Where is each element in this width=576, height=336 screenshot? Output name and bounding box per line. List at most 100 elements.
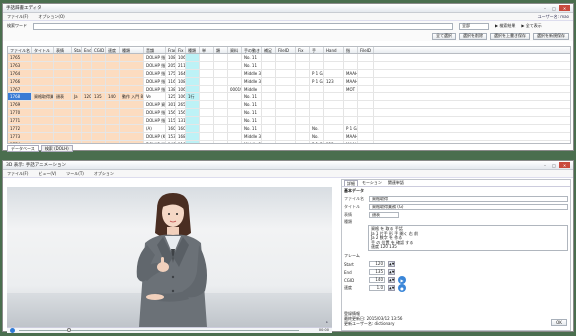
column-header[interactable]: 単 [200, 47, 214, 53]
table-cell [358, 101, 374, 109]
table-cell [106, 125, 120, 132]
column-header[interactable]: ファイル名 [8, 47, 32, 53]
menu-options[interactable]: オプション(O) [38, 14, 64, 20]
table-cell [358, 77, 374, 85]
spin-icon[interactable]: ▲▼ [388, 277, 395, 283]
column-header[interactable]: 資料 [228, 47, 242, 53]
close-icon[interactable]: ✕ [559, 5, 570, 11]
play-button[interactable]: ● [398, 284, 406, 292]
menu-file[interactable]: ファイル(F) [7, 14, 28, 20]
footer-info: 登録情報 最終更新日: 2015/03/12 13:56 更新ユーザー名: di… [344, 311, 402, 326]
table-cell [262, 117, 276, 125]
column-header[interactable]: 種類 [186, 47, 200, 53]
table-cell: 211 [178, 61, 186, 69]
column-header[interactable]: End [82, 47, 92, 53]
column-header[interactable]: 手の動き [242, 47, 262, 53]
table-row[interactable]: 1766 DOLHP 指文字 (D)116108 Middle 3x2 P 1 GAN… [8, 77, 570, 86]
menu-tools[interactable]: ツール(T) [66, 171, 84, 177]
filename-field[interactable]: 資格取得 [369, 196, 568, 202]
column-header[interactable]: 類 [214, 47, 228, 53]
speed-input[interactable]: 1.0 [369, 285, 385, 291]
table-cell: 1行 [186, 93, 200, 101]
column-header[interactable]: 指 [344, 47, 358, 53]
cgid-input[interactable]: 140 [369, 277, 385, 283]
table-cell [276, 132, 296, 140]
search-input[interactable] [33, 22, 453, 30]
table-cell [262, 93, 276, 101]
column-header[interactable]: 速度 [106, 47, 120, 53]
minimize-icon[interactable]: – [541, 162, 549, 168]
table-row[interactable]: 1765 DOLHP 指文字(A)108106 No. 11 [8, 54, 570, 62]
table-row[interactable]: 1763 DOLHP 指文字 (B)205211 No. 11 [8, 61, 570, 70]
table-row[interactable]: 1772(A)160160No. 11No.P 1 GANE 1 部 [8, 125, 570, 133]
end-input[interactable]: 135 [369, 269, 385, 275]
column-header[interactable]: 種類 [120, 47, 144, 53]
viewer-title-bar: 3D 表示: 手話アニメーション – □ ✕ [3, 161, 573, 170]
start-input[interactable]: 120 [369, 261, 385, 267]
delete-selection-button[interactable]: 選択を削除 [459, 32, 487, 40]
column-header[interactable]: Fix [176, 47, 186, 53]
filter-select[interactable]: 全部 [459, 22, 489, 30]
tab-motion[interactable]: モーション [360, 180, 384, 186]
num-label: Start [344, 261, 354, 267]
menu-file[interactable]: ファイル(F) [7, 171, 28, 177]
maximize-icon[interactable]: □ [550, 5, 558, 11]
column-header[interactable]: 表情 [54, 47, 72, 53]
table-row[interactable]: 1770DOLHP 指文字 (H)156156No. 11 [8, 109, 570, 118]
table-row[interactable]: 1769 DOLHP 資格取得301265 No. 11 [8, 101, 570, 110]
column-header[interactable]: CGID [92, 47, 106, 53]
close-icon[interactable]: ✕ [559, 162, 570, 168]
table-cell [72, 132, 82, 140]
table-row[interactable]: 1764 DOLHP 指文字 (C)175164 Middle 3x2 P 1 GAN… [8, 69, 570, 78]
table-cell [186, 85, 200, 93]
avatar-viewport[interactable]: ▸ [7, 187, 332, 327]
column-header[interactable]: Frame [166, 47, 176, 53]
column-header[interactable]: 手 [310, 47, 324, 53]
overwrite-selection-button[interactable]: 選択を上書き保存 [490, 32, 530, 40]
column-header[interactable]: 補足 [262, 47, 276, 53]
preview-button[interactable]: ▶ [398, 276, 406, 284]
ok-button[interactable]: OK [551, 319, 567, 326]
table-row[interactable]: 1771 DOLHP 指文字 (I)115131 No. 11 [8, 117, 570, 126]
table-row[interactable]: 1767 DOLHP 指文字 (E)138106 0001984Middle MOT [8, 85, 570, 94]
tab-search[interactable]: 検索 (DOLH) [40, 145, 73, 152]
column-header[interactable]: FileID [276, 47, 296, 53]
save-new-selection-button[interactable]: 選択を新規保存 [533, 32, 569, 40]
tab-detail[interactable]: 詳細 [344, 180, 358, 186]
spin-icon[interactable]: ▲▼ [388, 261, 395, 267]
table-cell [106, 132, 120, 140]
select-all-button[interactable]: 全て選択 [432, 32, 456, 40]
seek-handle[interactable] [67, 328, 71, 332]
column-header[interactable]: Fix [296, 47, 310, 53]
play-icon[interactable] [10, 328, 15, 333]
table-cell: 125 [168, 93, 176, 101]
menu-options[interactable]: オプション [94, 171, 114, 177]
memo-textarea[interactable]: 資格 を 取る 手話 Ja 1 片手 形 手 開く 右 前 Ja 2 数字 を … [368, 225, 568, 251]
seek-track[interactable] [19, 330, 299, 331]
mode-search-radio[interactable]: ▶ 検索結果 [495, 23, 515, 29]
expression-select[interactable]: 顔表 [369, 212, 399, 218]
table-row[interactable]: 1768資格取得業務 (G)顔表Ja120135140動作 入門 8 4 (手の… [8, 93, 570, 102]
column-header[interactable]: Hand [324, 47, 344, 53]
table-row[interactable]: 1773 DOLHP (K)153168 Middle 3x2 No. MAAHN 05 [8, 132, 570, 141]
table-cell [324, 109, 344, 117]
spin-icon[interactable]: ▲▼ [388, 285, 395, 291]
column-header[interactable]: 音韻 [144, 47, 166, 53]
maximize-icon[interactable]: □ [550, 162, 558, 168]
table-row[interactable]: 1774 DOLHP 指文字 (L)149118 Middle 3x2 P 1 GAN… [8, 140, 570, 143]
minimize-icon[interactable]: – [541, 5, 549, 11]
table-cell: 135 [92, 93, 106, 101]
column-header[interactable]: タイトル [32, 47, 54, 53]
tab-database[interactable]: データベース [7, 145, 39, 152]
table-cell [276, 85, 296, 93]
tab-related[interactable]: 関連単語 [386, 180, 406, 186]
title-field[interactable]: 資格取得業務 (G) [369, 204, 568, 210]
spin-icon[interactable]: ▲▼ [388, 269, 395, 275]
column-header[interactable]: Start [72, 47, 82, 53]
dictionary-table[interactable]: ファイル名タイトル表情StartEndCGID速度種類音韻FrameFix種類単… [7, 46, 571, 144]
menu-view[interactable]: ビュー(V) [38, 171, 56, 177]
table-cell [228, 69, 242, 77]
column-header[interactable]: FileID [358, 47, 374, 53]
table-cell: Middle 3x2 [244, 69, 262, 77]
mode-all-radio[interactable]: ▶ 全て表示 [521, 23, 541, 29]
